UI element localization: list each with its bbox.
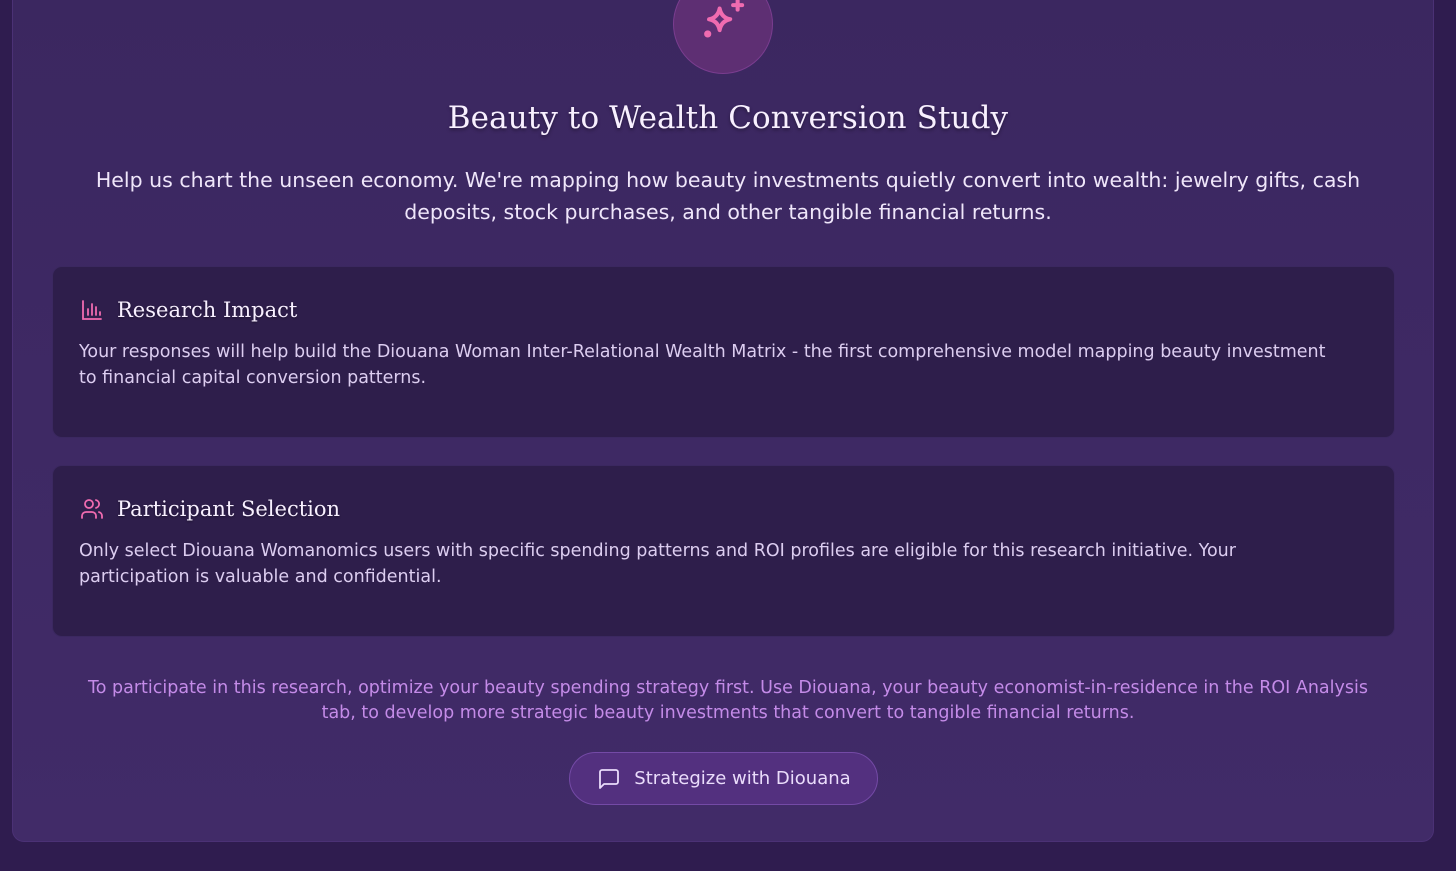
card-header: Research Impact: [79, 293, 1368, 327]
card-title: Research Impact: [117, 298, 298, 322]
strategize-button-label: Strategize with Diouana: [634, 768, 851, 789]
page-subtitle: Help us chart the unseen economy. We're …: [95, 168, 1361, 224]
message-square-icon: [596, 766, 622, 792]
users-icon: [79, 496, 105, 522]
page-title: Beauty to Wealth Conversion Study: [447, 100, 1009, 136]
card-text: Only select Diouana Womanomics users wit…: [79, 541, 1236, 587]
card-header: Participant Selection: [79, 492, 1368, 526]
card-text: Your responses will help build the Dioua…: [79, 342, 1326, 388]
card-title: Participant Selection: [117, 497, 341, 521]
research-impact-card: Research Impact Your responses will help…: [52, 266, 1395, 438]
cta-note: To participate in this research, optimiz…: [88, 678, 1368, 723]
participant-selection-card: Participant Selection Only select Diouan…: [52, 465, 1395, 637]
sparkles-icon: [696, 0, 750, 53]
bar-chart-icon: [79, 297, 105, 323]
strategize-button[interactable]: Strategize with Diouana: [569, 752, 878, 805]
